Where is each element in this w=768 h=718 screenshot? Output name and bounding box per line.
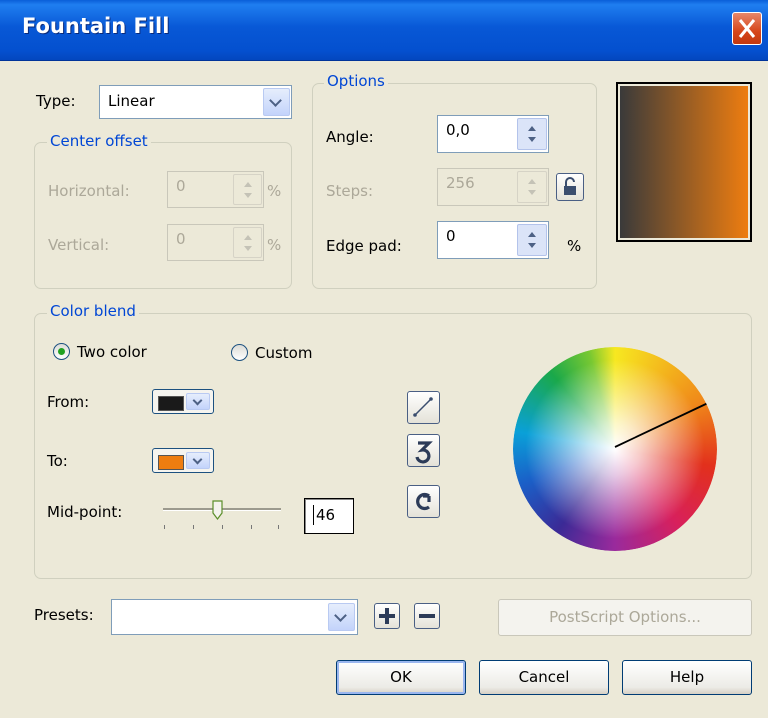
close-button[interactable] bbox=[732, 12, 762, 45]
angle-label: Angle: bbox=[326, 128, 374, 146]
vertical-value: 0 bbox=[176, 230, 186, 248]
two-color-label[interactable]: Two color bbox=[77, 343, 147, 361]
straight-line-icon bbox=[413, 397, 433, 417]
edge-pad-unit: % bbox=[567, 237, 582, 255]
type-select[interactable]: Linear bbox=[99, 85, 292, 119]
slider-thumb[interactable] bbox=[212, 500, 223, 520]
options-legend: Options bbox=[324, 72, 388, 90]
two-color-radio[interactable] bbox=[53, 343, 70, 360]
spin-down-icon bbox=[528, 243, 536, 248]
horizontal-label: Horizontal: bbox=[48, 182, 130, 200]
color-blend-legend: Color blend bbox=[47, 302, 139, 320]
presets-label: Presets: bbox=[34, 606, 94, 624]
help-button[interactable]: Help bbox=[622, 660, 752, 695]
clockwise-icon bbox=[416, 492, 431, 511]
edge-pad-label: Edge pad: bbox=[326, 237, 402, 255]
center-offset-group bbox=[34, 142, 292, 289]
angle-spinner[interactable] bbox=[517, 118, 547, 150]
text-cursor bbox=[313, 505, 314, 525]
close-icon bbox=[738, 19, 756, 38]
plus-icon bbox=[379, 608, 395, 624]
vertical-label: Vertical: bbox=[48, 236, 110, 254]
mid-point-input[interactable]: 46 bbox=[304, 498, 354, 534]
center-offset-legend: Center offset bbox=[47, 132, 151, 150]
to-dropdown-button[interactable] bbox=[186, 452, 210, 469]
steps-input[interactable]: 256 bbox=[437, 168, 549, 206]
type-label: Type: bbox=[36, 92, 76, 110]
spin-up-icon bbox=[528, 126, 536, 131]
presets-dropdown-button[interactable] bbox=[328, 603, 355, 631]
lock-icon bbox=[564, 177, 576, 195]
postscript-options-button[interactable]: PostScript Options... bbox=[498, 599, 752, 636]
presets-select[interactable] bbox=[111, 599, 358, 635]
edge-pad-value: 0 bbox=[446, 227, 456, 245]
chevron-down-icon bbox=[334, 609, 347, 622]
from-label: From: bbox=[47, 393, 90, 411]
add-preset-button[interactable] bbox=[374, 603, 400, 629]
spin-down-icon bbox=[528, 190, 536, 195]
chevron-down-icon bbox=[269, 94, 282, 107]
from-color-picker[interactable] bbox=[152, 389, 214, 414]
steps-value: 256 bbox=[446, 174, 475, 192]
angle-input[interactable]: 0,0 bbox=[437, 115, 549, 153]
steps-label: Steps: bbox=[326, 182, 374, 200]
spin-up-icon bbox=[243, 235, 252, 240]
spin-up-icon bbox=[528, 179, 536, 184]
from-dropdown-button[interactable] bbox=[186, 393, 210, 410]
slider-tick bbox=[278, 525, 279, 529]
spin-down-icon bbox=[528, 137, 536, 142]
angle-value: 0,0 bbox=[446, 121, 470, 139]
gradient-preview-fill bbox=[620, 86, 748, 238]
blend-path-line bbox=[614, 402, 709, 448]
counter-clockwise-blend-button[interactable] bbox=[407, 434, 440, 467]
horizontal-unit: % bbox=[267, 182, 282, 200]
ok-button[interactable]: OK bbox=[336, 660, 466, 695]
chevron-down-icon bbox=[192, 395, 203, 406]
slider-tick bbox=[193, 525, 194, 529]
steps-spinner[interactable] bbox=[517, 171, 547, 203]
spin-down-icon bbox=[243, 246, 252, 251]
spin-up-icon bbox=[243, 182, 252, 187]
vertical-spinner[interactable] bbox=[233, 227, 262, 258]
to-color-picker[interactable] bbox=[152, 448, 214, 473]
remove-preset-button[interactable] bbox=[414, 603, 440, 629]
mid-point-value: 46 bbox=[316, 506, 336, 524]
cancel-button[interactable]: Cancel bbox=[479, 660, 609, 695]
horizontal-input[interactable]: 0 bbox=[167, 171, 264, 208]
gradient-preview[interactable] bbox=[616, 82, 752, 242]
type-value: Linear bbox=[108, 92, 155, 110]
direct-blend-button[interactable] bbox=[407, 391, 440, 424]
spin-up-icon bbox=[528, 232, 536, 237]
mid-point-label: Mid-point: bbox=[47, 503, 123, 521]
radio-selected-dot bbox=[58, 348, 65, 355]
minus-icon bbox=[419, 614, 435, 618]
slider-tick bbox=[222, 525, 223, 529]
clockwise-blend-button[interactable] bbox=[407, 485, 440, 518]
to-label: To: bbox=[47, 452, 68, 470]
window-title: Fountain Fill bbox=[22, 14, 170, 38]
chevron-down-icon bbox=[192, 454, 203, 465]
steps-lock-button[interactable] bbox=[556, 173, 584, 201]
vertical-unit: % bbox=[267, 236, 282, 254]
type-dropdown-button[interactable] bbox=[263, 88, 290, 116]
slider-tick bbox=[251, 525, 252, 529]
slider-tick bbox=[164, 525, 165, 529]
horizontal-value: 0 bbox=[176, 177, 186, 195]
edge-pad-spinner[interactable] bbox=[517, 224, 547, 256]
to-color-swatch bbox=[158, 455, 184, 470]
custom-radio[interactable] bbox=[231, 344, 248, 361]
custom-label[interactable]: Custom bbox=[255, 344, 312, 362]
from-color-swatch bbox=[158, 396, 184, 411]
mid-point-slider[interactable] bbox=[160, 498, 285, 538]
color-wheel[interactable] bbox=[513, 347, 717, 551]
spin-down-icon bbox=[243, 193, 252, 198]
counter-clockwise-icon bbox=[415, 441, 433, 464]
edge-pad-input[interactable]: 0 bbox=[437, 221, 549, 259]
vertical-input[interactable]: 0 bbox=[167, 224, 264, 261]
horizontal-spinner[interactable] bbox=[233, 174, 262, 205]
